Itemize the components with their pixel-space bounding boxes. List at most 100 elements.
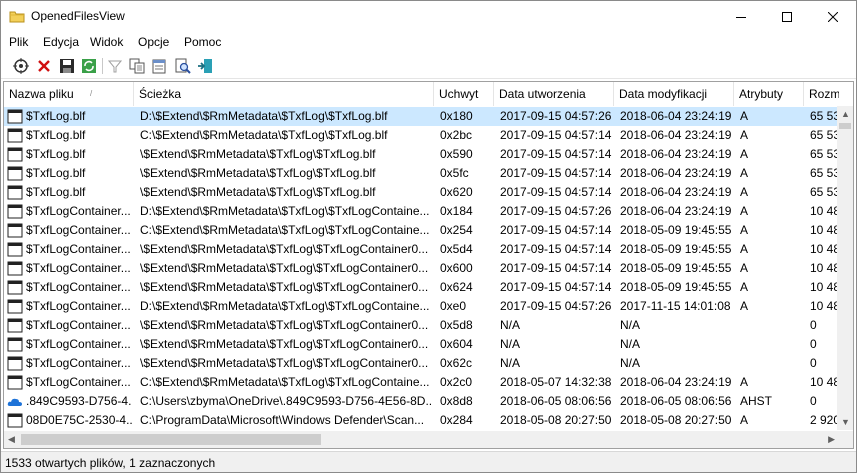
- cell-name: $TxfLogContainer...: [26, 375, 131, 389]
- column-created-label: Data utworzenia: [499, 87, 586, 101]
- cell-modified: 2018-05-08 20:27:50: [620, 413, 732, 427]
- cell-handle: 0x5d8: [440, 318, 473, 332]
- column-header-path[interactable]: Ścieżka: [134, 82, 434, 106]
- cell-size: 65 536: [810, 128, 839, 142]
- cell-path: \$Extend\$RmMetadata\$TxfLog\$TxfLog.blf: [140, 147, 376, 161]
- column-header-attrs[interactable]: Atrybuty: [734, 82, 804, 106]
- table-row[interactable]: $TxfLog.blf \$Extend\$RmMetadata\$TxfLog\…: [4, 145, 839, 164]
- cell-modified: 2018-05-09 19:45:55: [620, 280, 732, 294]
- table-row[interactable]: $TxfLogContainer... C:\$Extend\$RmMetadat…: [4, 221, 839, 240]
- files-listview[interactable]: Nazwa pliku / Ścieżka Uchwyt Data utworz…: [3, 81, 854, 449]
- cell-handle: 0x624: [440, 280, 473, 294]
- cell-attrs: [740, 354, 802, 373]
- cell-handle: 0x184: [440, 204, 473, 218]
- cell-created: 2017-09-15 04:57:14: [500, 242, 612, 256]
- toolbar-separator: [102, 58, 103, 74]
- menu-opcje[interactable]: Opcje: [138, 35, 169, 49]
- vertical-scrollbar[interactable]: ▲ ▼: [837, 106, 853, 430]
- cell-modified: 2018-06-04 23:24:19: [620, 147, 732, 161]
- title-bar[interactable]: OpenedFilesView: [1, 1, 856, 32]
- cell-size: 0: [810, 394, 817, 408]
- filter-button[interactable]: [105, 56, 125, 76]
- cell-path: C:\ProgramData\Microsoft\Windows Defende…: [140, 413, 425, 427]
- exit-button[interactable]: [195, 56, 215, 76]
- target-button[interactable]: [11, 56, 31, 76]
- cell-handle: 0x254: [440, 223, 473, 237]
- close-button[interactable]: [810, 1, 856, 32]
- scroll-left-icon[interactable]: ◀: [8, 434, 15, 445]
- properties-button[interactable]: [149, 56, 169, 76]
- horizontal-scrollbar[interactable]: ◀ ▶: [4, 431, 839, 448]
- cell-created: 2017-09-15 04:57:14: [500, 166, 612, 180]
- cell-path: \$Extend\$RmMetadata\$TxfLog\$TxfLogCont…: [140, 280, 429, 294]
- cell-path: \$Extend\$RmMetadata\$TxfLog\$TxfLogCont…: [140, 337, 429, 351]
- cell-path: \$Extend\$RmMetadata\$TxfLog\$TxfLog.blf: [140, 185, 376, 199]
- table-row[interactable]: $TxfLog.blf D:\$Extend\$RmMetadata\$TxfLo…: [4, 107, 839, 126]
- menu-pomoc[interactable]: Pomoc: [184, 35, 221, 49]
- cell-modified: 2018-05-09 19:45:55: [620, 242, 732, 256]
- table-row[interactable]: $TxfLogContainer... D:\$Extend\$RmMetadat…: [4, 202, 839, 221]
- cell-attrs: A: [740, 166, 749, 180]
- window-file-icon: [7, 109, 23, 124]
- cell-created: 2018-05-08 20:27:50: [500, 413, 612, 427]
- cell-attrs: A: [740, 204, 749, 218]
- scroll-up-icon[interactable]: ▲: [841, 109, 850, 119]
- cell-created: 2017-09-15 04:57:26: [500, 204, 612, 218]
- table-row[interactable]: $TxfLogContainer... C:\$Extend\$RmMetadat…: [4, 373, 839, 392]
- table-row[interactable]: $TxfLog.blf C:\$Extend\$RmMetadata\$TxfLo…: [4, 126, 839, 145]
- scroll-down-icon[interactable]: ▼: [841, 417, 850, 427]
- cell-handle: 0x2bc: [440, 128, 473, 142]
- cell-size: 10 485: [810, 280, 839, 294]
- status-bar: 1533 otwartych plików, 1 zaznaczonych: [1, 451, 856, 472]
- table-row[interactable]: $TxfLogContainer... \$Extend\$RmMetadata\…: [4, 240, 839, 259]
- cell-path: \$Extend\$RmMetadata\$TxfLog\$TxfLogCont…: [140, 356, 429, 370]
- menu-edycja[interactable]: Edycja: [43, 35, 79, 49]
- app-window: OpenedFilesView Plik Edycja Widok Opcje …: [0, 0, 857, 473]
- menu-widok[interactable]: Widok: [90, 35, 123, 49]
- refresh-button[interactable]: [79, 56, 99, 76]
- table-row[interactable]: $TxfLogContainer... \$Extend\$RmMetadata\…: [4, 278, 839, 297]
- cell-handle: 0x590: [440, 147, 473, 161]
- column-header-modified[interactable]: Data modyfikacji: [614, 82, 734, 106]
- column-header-size[interactable]: Rozm: [804, 82, 839, 106]
- vertical-scroll-thumb[interactable]: [839, 123, 851, 129]
- table-row[interactable]: $TxfLogContainer... D:\$Extend\$RmMetadat…: [4, 297, 839, 316]
- scroll-right-icon[interactable]: ▶: [828, 434, 835, 445]
- cell-attrs: A: [740, 280, 749, 294]
- table-row[interactable]: $TxfLog.blf \$Extend\$RmMetadata\$TxfLog\…: [4, 164, 839, 183]
- cell-name: $TxfLog.blf: [26, 185, 86, 199]
- copy-button[interactable]: [127, 56, 147, 76]
- cell-created: 2017-09-15 04:57:14: [500, 261, 612, 275]
- column-handle-label: Uchwyt: [439, 87, 479, 101]
- menu-plik[interactable]: Plik: [9, 35, 28, 49]
- column-header-name[interactable]: Nazwa pliku: [4, 82, 134, 106]
- window-file-icon: [7, 128, 23, 143]
- maximize-button[interactable]: [764, 1, 810, 32]
- column-modified-label: Data modyfikacji: [619, 87, 708, 101]
- onedrive-cloud-icon: [7, 398, 22, 406]
- table-row[interactable]: $TxfLogContainer... \$Extend\$RmMetadata\…: [4, 259, 839, 278]
- cell-attrs: A: [740, 261, 749, 275]
- cell-size: 10 485: [810, 261, 839, 275]
- cell-path: C:\$Extend\$RmMetadata\$TxfLog\$TxfLogCo…: [140, 223, 430, 237]
- save-icon: [60, 59, 74, 73]
- cell-path: C:\Users\zbyma\OneDrive\.849C9593-D756-4…: [140, 394, 432, 408]
- minimize-button[interactable]: [718, 1, 764, 32]
- table-row[interactable]: $TxfLogContainer... \$Extend\$RmMetadata\…: [4, 354, 839, 373]
- close-handle-button[interactable]: [34, 56, 54, 76]
- horizontal-scroll-thumb[interactable]: [21, 434, 321, 445]
- table-row[interactable]: $TxfLog.blf \$Extend\$RmMetadata\$TxfLog\…: [4, 183, 839, 202]
- table-row[interactable]: $TxfLogContainer... \$Extend\$RmMetadata\…: [4, 335, 839, 354]
- rows-container: $TxfLog.blf D:\$Extend\$RmMetadata\$TxfLo…: [4, 107, 839, 430]
- save-button[interactable]: [57, 56, 77, 76]
- table-row[interactable]: 08D0E75C-2530-4... C:\ProgramData\Microso…: [4, 411, 839, 430]
- cell-modified: 2018-06-04 23:24:19: [620, 204, 732, 218]
- cell-name: $TxfLogContainer...: [26, 204, 131, 218]
- table-row[interactable]: .849C9593-D756-4... C:\Users\zbyma\OneDri…: [4, 392, 839, 411]
- find-button[interactable]: [173, 56, 193, 76]
- table-row[interactable]: $TxfLogContainer... \$Extend\$RmMetadata\…: [4, 316, 839, 335]
- cell-name: $TxfLog.blf: [26, 109, 86, 123]
- column-header-created[interactable]: Data utworzenia: [494, 82, 614, 106]
- cell-modified: 2018-05-09 19:45:55: [620, 261, 732, 275]
- column-header-handle[interactable]: Uchwyt: [434, 82, 494, 106]
